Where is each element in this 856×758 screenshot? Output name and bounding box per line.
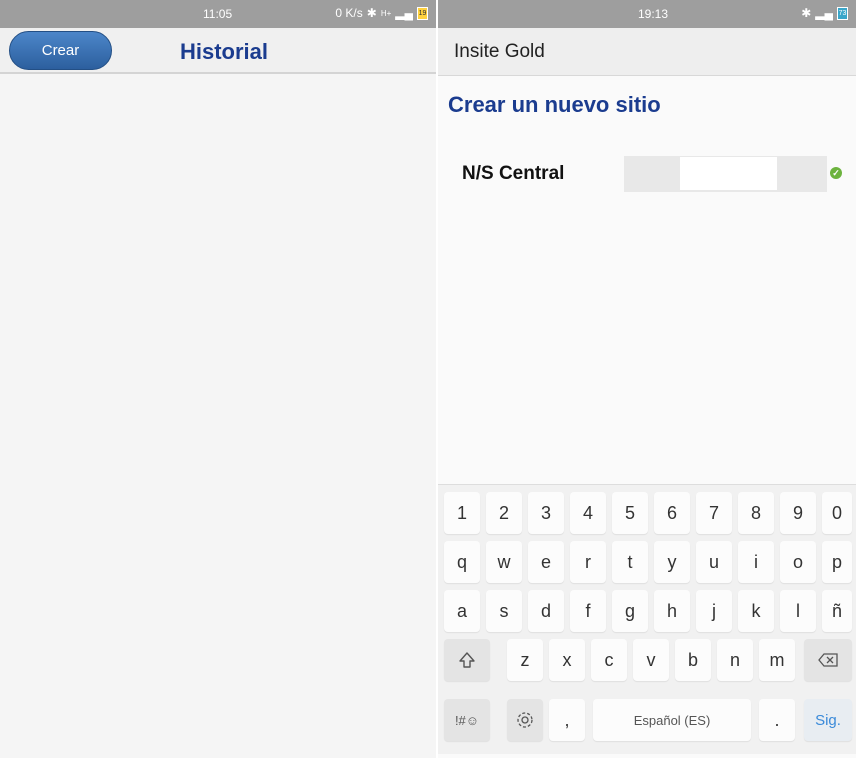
network-speed: 0 K/s [335, 6, 363, 20]
shift-key[interactable] [444, 639, 490, 681]
key-9[interactable]: 9 [780, 492, 816, 534]
battery-icon: 73 [837, 6, 848, 20]
app-bar: Insite Gold [438, 28, 856, 76]
key-5[interactable]: 5 [612, 492, 648, 534]
key-r[interactable]: r [570, 541, 606, 583]
status-icons: 0 K/s ✱ H+ ▂▄ 19 [335, 6, 428, 20]
key-q[interactable]: q [444, 541, 480, 583]
ns-central-label: N/S Central [462, 163, 565, 184]
key-j[interactable]: j [696, 590, 732, 632]
space-key[interactable]: Español (ES) [593, 699, 751, 741]
historial-screen: 11:05 0 K/s ✱ H+ ▂▄ 19 Crear Historial [0, 0, 436, 758]
key-w[interactable]: w [486, 541, 522, 583]
status-time: 19:13 [638, 7, 669, 21]
next-key[interactable]: Sig. [804, 699, 852, 741]
key-c[interactable]: c [591, 639, 627, 681]
status-icons: ✱ ▂▄ 73 [801, 6, 848, 20]
key-k[interactable]: k [738, 590, 774, 632]
key-d[interactable]: d [528, 590, 564, 632]
key-v[interactable]: v [633, 639, 669, 681]
key-4[interactable]: 4 [570, 492, 606, 534]
key-t[interactable]: t [612, 541, 648, 583]
crear-button[interactable]: Crear [9, 31, 112, 70]
symbols-key[interactable]: !#☺ [444, 699, 490, 741]
key-2[interactable]: 2 [486, 492, 522, 534]
hplus-icon: H+ [380, 8, 392, 18]
key-3[interactable]: 3 [528, 492, 564, 534]
key-o[interactable]: o [780, 541, 816, 583]
signal-icon: ▂▄ [395, 6, 413, 20]
bluetooth-icon: ✱ [366, 6, 377, 20]
key-n-tilde[interactable]: ñ [822, 590, 852, 632]
signal-icon: ▂▄ [815, 6, 833, 20]
key-l[interactable]: l [780, 590, 816, 632]
shift-icon [459, 652, 475, 668]
comma-key[interactable]: , [549, 699, 585, 741]
key-z[interactable]: z [507, 639, 543, 681]
key-1[interactable]: 1 [444, 492, 480, 534]
key-p[interactable]: p [822, 541, 852, 583]
key-6[interactable]: 6 [654, 492, 690, 534]
status-time: 11:05 [203, 7, 233, 21]
key-h[interactable]: h [654, 590, 690, 632]
status-bar: 11:05 0 K/s ✱ H+ ▂▄ 19 [0, 0, 436, 28]
bluetooth-icon: ✱ [801, 6, 812, 20]
key-f[interactable]: f [570, 590, 606, 632]
key-a[interactable]: a [444, 590, 480, 632]
battery-icon: 19 [417, 6, 428, 20]
status-bar: 19:13 ✱ ▂▄ 73 [438, 0, 856, 28]
key-7[interactable]: 7 [696, 492, 732, 534]
app-title: Insite Gold [454, 41, 545, 62]
key-u[interactable]: u [696, 541, 732, 583]
ns-central-input[interactable] [680, 157, 777, 190]
key-m[interactable]: m [759, 639, 795, 681]
key-y[interactable]: y [654, 541, 690, 583]
key-8[interactable]: 8 [738, 492, 774, 534]
soft-keyboard: 1 2 3 4 5 6 7 8 9 0 q w e r t y u i o p … [438, 484, 856, 754]
page-title: Historial [180, 39, 269, 64]
key-0[interactable]: 0 [822, 492, 852, 534]
period-key[interactable]: . [759, 699, 795, 741]
key-i[interactable]: i [738, 541, 774, 583]
page-heading: Crear un nuevo sitio [448, 92, 661, 117]
crear-sitio-screen: 19:13 ✱ ▂▄ 73 Insite Gold Crear un nuevo… [438, 0, 856, 758]
history-list [0, 76, 436, 758]
gear-icon [517, 712, 533, 728]
key-n[interactable]: n [717, 639, 753, 681]
key-e[interactable]: e [528, 541, 564, 583]
backspace-key[interactable] [804, 639, 852, 681]
key-b[interactable]: b [675, 639, 711, 681]
backspace-icon [818, 653, 838, 667]
valid-check-icon: ✓ [830, 167, 842, 179]
app-bar: Crear Historial [0, 28, 436, 74]
key-x[interactable]: x [549, 639, 585, 681]
key-s[interactable]: s [486, 590, 522, 632]
key-g[interactable]: g [612, 590, 648, 632]
settings-key[interactable] [507, 699, 543, 741]
